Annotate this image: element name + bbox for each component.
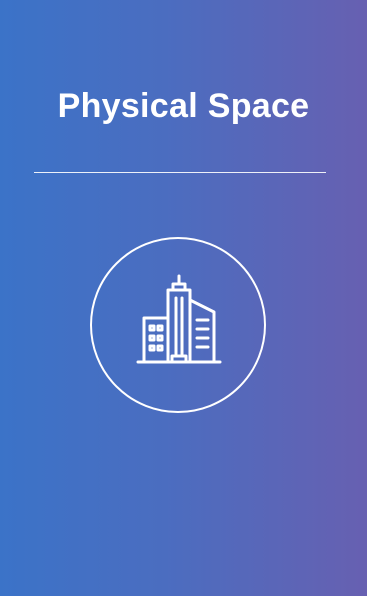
physical-space-card[interactable]: Physical Space bbox=[0, 0, 367, 596]
icon-circle bbox=[90, 237, 266, 413]
card-title: Physical Space bbox=[57, 87, 310, 125]
buildings-icon bbox=[136, 274, 222, 364]
title-divider bbox=[34, 172, 326, 173]
